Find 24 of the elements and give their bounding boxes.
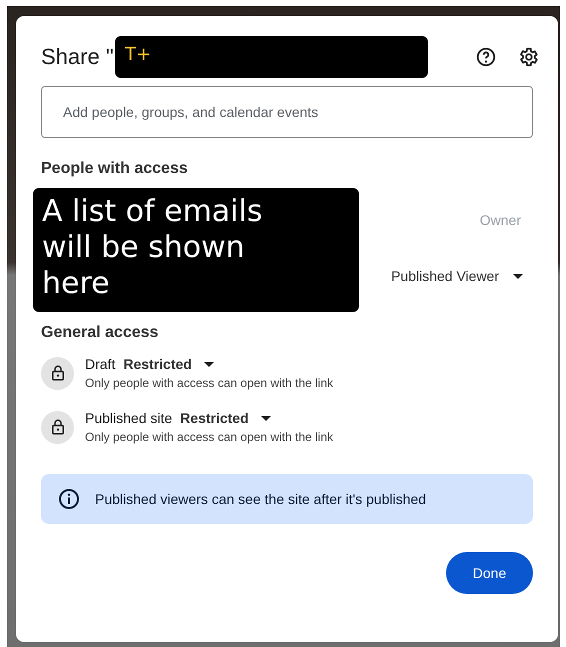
dialog-title: Share "	[41, 44, 114, 70]
access-label: Draft	[85, 356, 116, 372]
redaction-label: A list of emails will be shown here	[33, 188, 359, 312]
role-label: Owner	[480, 212, 521, 228]
access-dropdown[interactable]: Restricted	[180, 410, 271, 426]
banner-text: Published viewers can see the site after it's published	[95, 491, 426, 507]
info-icon	[57, 487, 81, 511]
caret-icon	[260, 416, 271, 420]
done-button[interactable]: Done	[446, 552, 533, 594]
redaction-label: T+	[115, 36, 428, 78]
access-label: Published site	[85, 410, 172, 426]
search-field[interactable]: Add people, groups, and calendar events	[41, 86, 533, 138]
access-description: Only people with access can open with the link	[85, 430, 334, 444]
access-dropdown[interactable]: Restricted	[123, 356, 214, 372]
section-heading: General access	[41, 324, 160, 342]
settings-icon[interactable]	[517, 46, 539, 68]
lock-icon	[41, 356, 74, 390]
caret-icon	[513, 274, 523, 278]
role-dropdown[interactable]: Published Viewer	[391, 268, 523, 284]
caret-icon	[204, 362, 214, 366]
lock-icon	[41, 410, 74, 444]
access-description: Only people with access can open with the link	[85, 376, 334, 390]
section-heading: People with access	[41, 160, 189, 178]
help-icon[interactable]	[475, 46, 497, 68]
